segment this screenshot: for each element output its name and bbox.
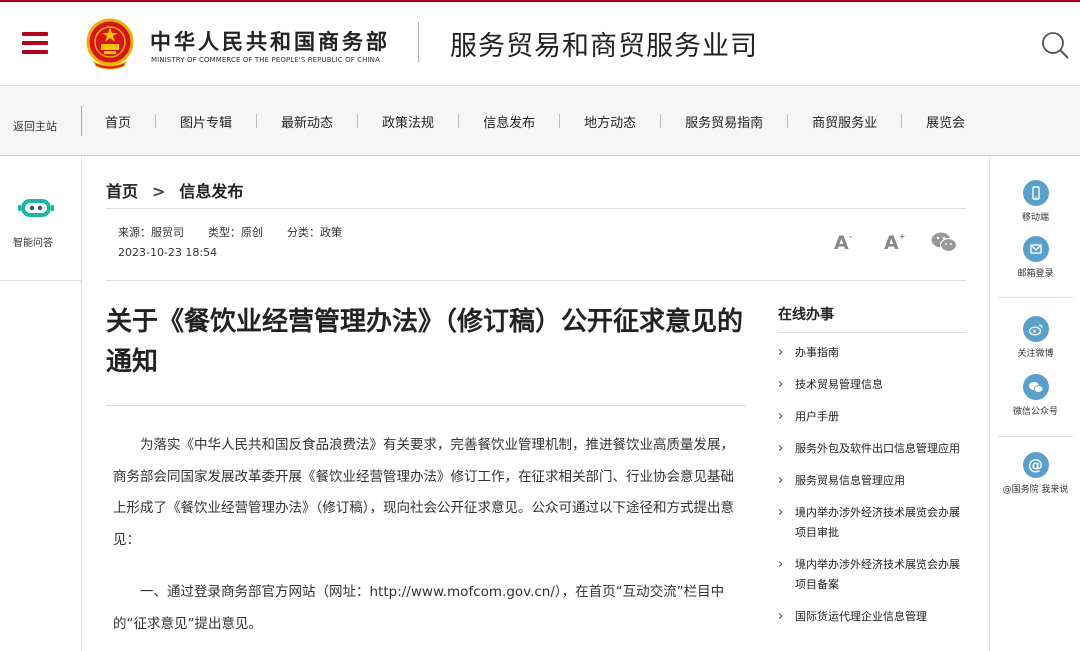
service-link-exhibition-approval[interactable]: 境内举办涉外经济技术展览会办展项目审批: [778, 503, 968, 543]
smart-qa-label: 智能问答: [13, 238, 53, 249]
smart-qa-block[interactable]: 智能问答: [0, 156, 82, 281]
org-name: 中华人民共和国商务部: [150, 30, 390, 54]
menu-icon[interactable]: [22, 32, 48, 54]
email-login-label: 邮箱登录: [1017, 269, 1054, 279]
wechat-account-link[interactable]: 微信公众号: [990, 374, 1080, 417]
breadcrumb: 首页 > 信息发布: [106, 178, 243, 202]
nav-item-home[interactable]: 首页: [105, 112, 131, 131]
nav-item-local-news[interactable]: 地方动态: [584, 112, 636, 131]
meta-type: 类型：原创: [208, 226, 263, 239]
nav-item-trade-guide[interactable]: 服务贸易指南: [685, 112, 763, 131]
weibo-label: 关注微博: [1017, 349, 1054, 359]
online-services-title: 在线办事: [778, 307, 834, 323]
meta-category: 分类：政策: [287, 226, 342, 239]
nav-item-commerce-services[interactable]: 商贸服务业: [812, 112, 877, 131]
dept-name: 服务贸易和商贸服务业司: [450, 31, 758, 62]
right-rail: 移动端 邮箱登录 关注微博 微信公众号 @ @国务院 我来说: [989, 156, 1080, 651]
nav-item-photo-album[interactable]: 图片专辑: [180, 112, 232, 131]
meta-source: 来源：服贸司: [118, 226, 184, 239]
nav-item-exhibitions[interactable]: 展览会: [926, 112, 965, 131]
service-link-user-manual[interactable]: 用户手册: [778, 407, 968, 427]
breadcrumb-current[interactable]: 信息发布: [179, 182, 243, 201]
weibo-icon: [1022, 316, 1049, 342]
main-nav: 返回主站 首页 图片专辑 最新动态 政策法规 信息发布 地方动态 服务贸易指南 …: [0, 86, 1080, 156]
service-link-outsourcing[interactable]: 服务外包及软件出口信息管理应用: [778, 439, 968, 459]
wechat-share-icon[interactable]: [930, 230, 958, 254]
online-services-divider: [778, 332, 966, 333]
font-decrease-button[interactable]: A-: [834, 232, 852, 254]
left-rail: 智能问答: [0, 156, 82, 651]
meta-divider: [106, 280, 966, 281]
weibo-link[interactable]: 关注微博: [990, 316, 1080, 359]
breadcrumb-divider: [106, 208, 966, 209]
breadcrumb-separator: >: [152, 182, 166, 201]
nav-item-latest-news[interactable]: 最新动态: [281, 112, 333, 131]
service-link-exhibition-filing[interactable]: 境内举办涉外经济技术展览会办展项目备案: [778, 555, 968, 595]
robot-icon[interactable]: [18, 196, 54, 220]
font-increase-button[interactable]: A+: [884, 232, 905, 254]
mail-icon: [1022, 236, 1049, 262]
nav-item-policies[interactable]: 政策法规: [382, 112, 434, 131]
service-link-freight-forwarding[interactable]: 国际货运代理企业信息管理: [778, 607, 968, 627]
org-name-en: MINISTRY OF COMMERCE OF THE PEOPLE'S REP…: [151, 56, 380, 64]
nav-divider: [81, 106, 82, 136]
state-council-feedback-label: @国务院 我来说: [1002, 485, 1069, 495]
article-paragraph: 为落实《中华人民共和国反食品浪费法》有关要求，完善餐饮业管理机制，推进餐饮业高质…: [113, 437, 734, 548]
service-link-tech-trade[interactable]: 技术贸易管理信息: [778, 375, 968, 395]
mobile-link[interactable]: 移动端: [990, 180, 1080, 223]
wechat-icon: [1022, 374, 1049, 400]
article-body: 为落实《中华人民共和国反食品浪费法》有关要求，完善餐饮业管理机制，推进餐饮业高质…: [113, 430, 743, 651]
breadcrumb-home[interactable]: 首页: [106, 182, 138, 201]
article-meta: 来源：服贸司 类型：原创 分类：政策: [118, 224, 366, 240]
state-council-feedback-link[interactable]: @ @国务院 我来说: [990, 452, 1080, 495]
header-divider: [418, 22, 419, 62]
service-link-trade-info[interactable]: 服务贸易信息管理应用: [778, 471, 968, 491]
nav-item-info-release[interactable]: 信息发布: [483, 112, 535, 131]
back-home-link[interactable]: 返回主站: [13, 118, 57, 134]
site-header: 中华人民共和国商务部 MINISTRY OF COMMERCE OF THE P…: [0, 0, 1080, 86]
nav-items: 首页 图片专辑 最新动态 政策法规 信息发布 地方动态 服务贸易指南 商贸服务业…: [105, 86, 965, 156]
mobile-icon: [1022, 180, 1049, 206]
article-paragraph: 一、通过登录商务部官方网站（网址：http://www.mofcom.gov.c…: [113, 584, 725, 632]
search-icon[interactable]: [1040, 30, 1070, 60]
at-sign-icon: @: [1022, 452, 1049, 478]
meta-datetime: 2023-10-23 18:54: [118, 246, 218, 259]
online-services-list: 办事指南 技术贸易管理信息 用户手册 服务外包及软件出口信息管理应用 服务贸易信…: [778, 343, 968, 639]
national-emblem-icon: [86, 18, 134, 70]
email-login-link[interactable]: 邮箱登录: [990, 236, 1080, 279]
article-title: 关于《餐饮业经营管理办法》（修订稿）公开征求意见的通知: [106, 307, 744, 377]
service-link-guide[interactable]: 办事指南: [778, 343, 968, 363]
wechat-account-label: 微信公众号: [1012, 407, 1058, 417]
title-divider: [106, 405, 746, 406]
mobile-label: 移动端: [1021, 213, 1049, 223]
